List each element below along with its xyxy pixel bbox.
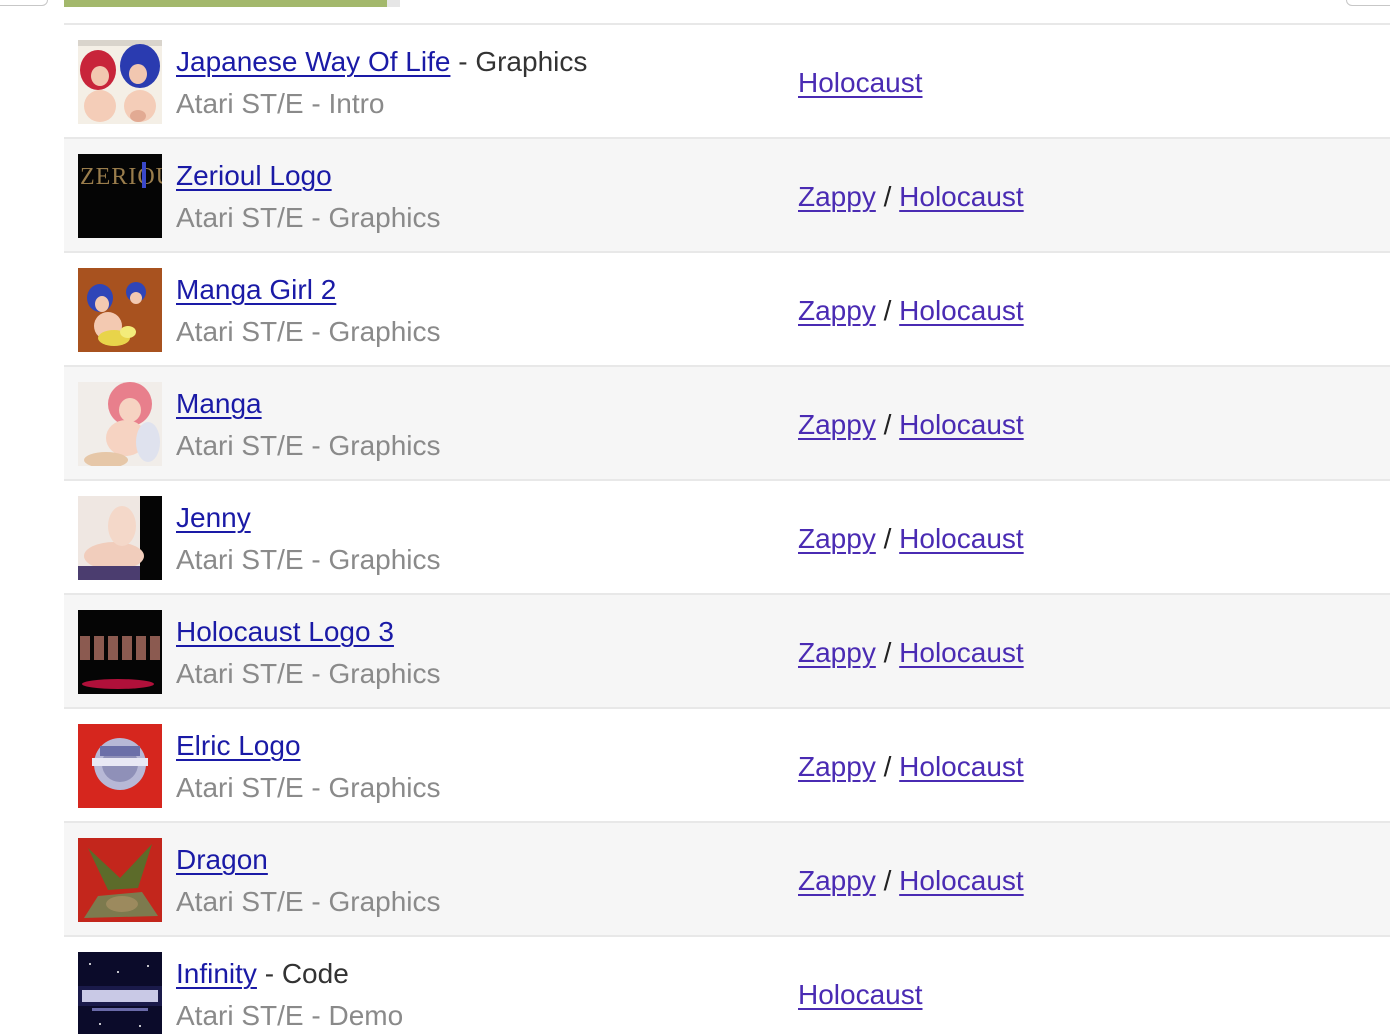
credits: Zappy / Holocaust (798, 634, 1024, 672)
credits: Zappy / Holocaust (798, 178, 1024, 216)
credits: Zappy / Holocaust (798, 406, 1024, 444)
thumbnail-image: ZERIOUL (78, 154, 162, 238)
credit-link-holocaust[interactable]: Holocaust (798, 67, 923, 98)
thumbnail-image (78, 952, 162, 1034)
credits: Holocaust (798, 64, 923, 102)
production-title-link[interactable]: Japanese Way Of Life (176, 46, 450, 77)
credit-link-zappy[interactable]: Zappy (798, 865, 876, 896)
credit-link-zappy[interactable]: Zappy (798, 295, 876, 326)
production-title-link[interactable]: Infinity (176, 958, 257, 989)
list-item: Jenny Atari ST/E - Graphics Zappy / Holo… (64, 481, 1390, 595)
progress-bar (64, 0, 400, 7)
thumbnail-image (78, 838, 162, 922)
production-title-link[interactable]: Manga (176, 388, 262, 419)
role-separator: - (458, 46, 468, 77)
manga-thumbnail[interactable] (78, 382, 162, 466)
credit-separator: / (883, 865, 892, 896)
credit-separator: / (883, 181, 892, 212)
list-item: Elric Logo Atari ST/E - Graphics Zappy /… (64, 709, 1390, 823)
production-title-link[interactable]: Holocaust Logo 3 (176, 616, 394, 647)
role-label: Graphics (475, 46, 588, 77)
zerioul-logo-thumbnail[interactable]: ZERIOUL (78, 154, 162, 238)
credit-separator: / (883, 637, 892, 668)
list-item: Holocaust Logo 3 Atari ST/E - Graphics Z… (64, 595, 1390, 709)
production-title-link[interactable]: Dragon (176, 844, 268, 875)
production-platform-type: Atari ST/E - Graphics (176, 772, 441, 803)
top-right-control[interactable] (1346, 0, 1390, 6)
row-title: Elric Logo (176, 727, 301, 765)
elric-logo-thumbnail[interactable] (78, 724, 162, 808)
dragon-thumbnail[interactable] (78, 838, 162, 922)
row-title: Zerioul Logo (176, 157, 332, 195)
thumbnail-image (78, 382, 162, 466)
credit-link-holocaust[interactable]: Holocaust (798, 979, 923, 1010)
credits: Zappy / Holocaust (798, 748, 1024, 786)
production-platform-type: Atari ST/E - Demo (176, 1000, 404, 1031)
manga-girl-2-thumbnail[interactable] (78, 268, 162, 352)
credit-link-zappy[interactable]: Zappy (798, 409, 876, 440)
credits: Zappy / Holocaust (798, 520, 1024, 558)
svg-text:ZERIOUL: ZERIOUL (80, 164, 162, 190)
credit-separator: / (883, 523, 892, 554)
production-title-link[interactable]: Elric Logo (176, 730, 301, 761)
credits: Zappy / Holocaust (798, 292, 1024, 330)
production-platform-type: Atari ST/E - Graphics (176, 202, 441, 233)
production-title-link[interactable]: Zerioul Logo (176, 160, 332, 191)
list-item: Infinity - Code Atari ST/E - Demo Holoca… (64, 937, 1390, 1034)
progress-bar-fill (64, 0, 387, 7)
row-title: Holocaust Logo 3 (176, 613, 394, 651)
thumbnail-image (78, 724, 162, 808)
list-item: Japanese Way Of Life - Graphics Atari ST… (64, 25, 1390, 139)
credit-separator: / (883, 295, 892, 326)
list-item: Dragon Atari ST/E - Graphics Zappy / Hol… (64, 823, 1390, 937)
role-label: Code (281, 958, 349, 989)
production-platform-type: Atari ST/E - Graphics (176, 886, 441, 917)
production-platform-type: Atari ST/E - Graphics (176, 544, 441, 575)
infinity-demo-thumbnail[interactable] (78, 952, 162, 1034)
credit-link-holocaust[interactable]: Holocaust (899, 751, 1024, 782)
thumbnail-image (78, 496, 162, 580)
credit-link-holocaust[interactable]: Holocaust (899, 295, 1024, 326)
thumbnail-image (78, 610, 162, 694)
production-platform-type: Atari ST/E - Intro (176, 88, 385, 119)
list-item: ZERIOUL Zerioul Logo Atari ST/E - Graphi… (64, 139, 1390, 253)
row-title: Infinity - Code (176, 955, 349, 993)
jenny-thumbnail[interactable] (78, 496, 162, 580)
row-title: Manga (176, 385, 262, 423)
list-item: Manga Girl 2 Atari ST/E - Graphics Zappy… (64, 253, 1390, 367)
credit-link-holocaust[interactable]: Holocaust (899, 409, 1024, 440)
credit-link-holocaust[interactable]: Holocaust (899, 181, 1024, 212)
credit-link-zappy[interactable]: Zappy (798, 181, 876, 212)
credit-link-zappy[interactable]: Zappy (798, 637, 876, 668)
credit-link-zappy[interactable]: Zappy (798, 751, 876, 782)
row-title: Japanese Way Of Life - Graphics (176, 43, 587, 81)
credit-link-holocaust[interactable]: Holocaust (899, 523, 1024, 554)
production-platform-type: Atari ST/E - Graphics (176, 430, 441, 461)
credit-separator: / (883, 409, 892, 440)
production-platform-type: Atari ST/E - Graphics (176, 316, 441, 347)
list-item: Manga Atari ST/E - Graphics Zappy / Holo… (64, 367, 1390, 481)
production-title-link[interactable]: Manga Girl 2 (176, 274, 336, 305)
credits: Zappy / Holocaust (798, 862, 1024, 900)
credit-link-holocaust[interactable]: Holocaust (899, 637, 1024, 668)
production-platform-type: Atari ST/E - Graphics (176, 658, 441, 689)
row-title: Dragon (176, 841, 268, 879)
top-left-control[interactable] (0, 0, 48, 6)
credit-link-zappy[interactable]: Zappy (798, 523, 876, 554)
thumbnail-image (78, 268, 162, 352)
anime-two-women-thumbnail[interactable] (78, 40, 162, 124)
role-separator: - (264, 958, 275, 989)
credit-separator: / (883, 751, 892, 782)
page: Japanese Way Of Life - Graphics Atari ST… (0, 0, 1390, 1034)
row-title: Manga Girl 2 (176, 271, 336, 309)
holocaust-logo-3-thumbnail[interactable] (78, 610, 162, 694)
credits: Holocaust (798, 976, 923, 1014)
production-title-link[interactable]: Jenny (176, 502, 251, 533)
row-title: Jenny (176, 499, 251, 537)
production-list: Japanese Way Of Life - Graphics Atari ST… (64, 23, 1390, 1034)
credit-link-holocaust[interactable]: Holocaust (899, 865, 1024, 896)
thumbnail-image (78, 40, 162, 124)
